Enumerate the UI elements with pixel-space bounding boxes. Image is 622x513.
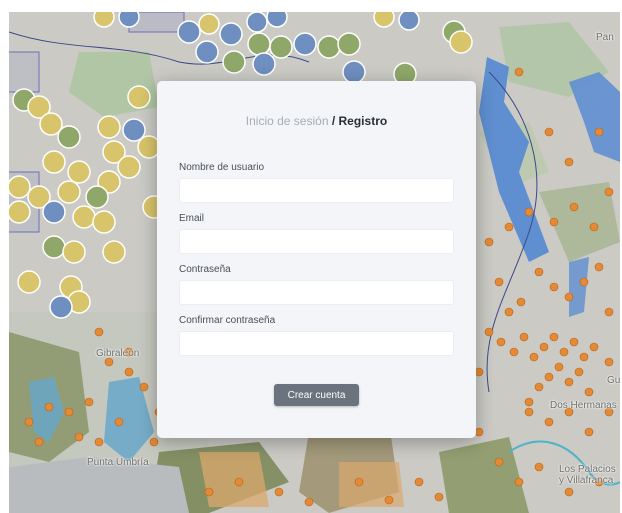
map-label-pan: Pan [596,32,614,43]
map-label-los-palacios: Los Palacios y Villafranca [559,464,616,486]
password-label: Contraseña [179,264,231,275]
username-label: Nombre de usuario [179,162,265,173]
email-input[interactable] [179,229,454,254]
map-label-punta-umbria: Punta Umbría [87,457,149,468]
map-label-gu: Gu [607,375,620,386]
password-input[interactable] [179,280,454,305]
login-tab[interactable]: Inicio de sesión [246,114,329,128]
register-tab[interactable]: Registro [339,114,388,128]
map-label-gibraleon: Gibraleón [96,348,140,359]
username-input[interactable] [179,178,454,203]
create-account-button[interactable]: Crear cuenta [274,384,359,406]
modal-title: Inicio de sesión / Registro [157,114,476,128]
map-label-dos-hermanas: Dos Hermanas [550,400,617,411]
email-label: Email [179,213,205,224]
title-separator: / [328,114,339,128]
confirm-password-label: Confirmar contraseña [179,315,276,326]
auth-modal: Inicio de sesión / Registro Nombre de us… [157,81,476,438]
confirm-password-input[interactable] [179,331,454,356]
